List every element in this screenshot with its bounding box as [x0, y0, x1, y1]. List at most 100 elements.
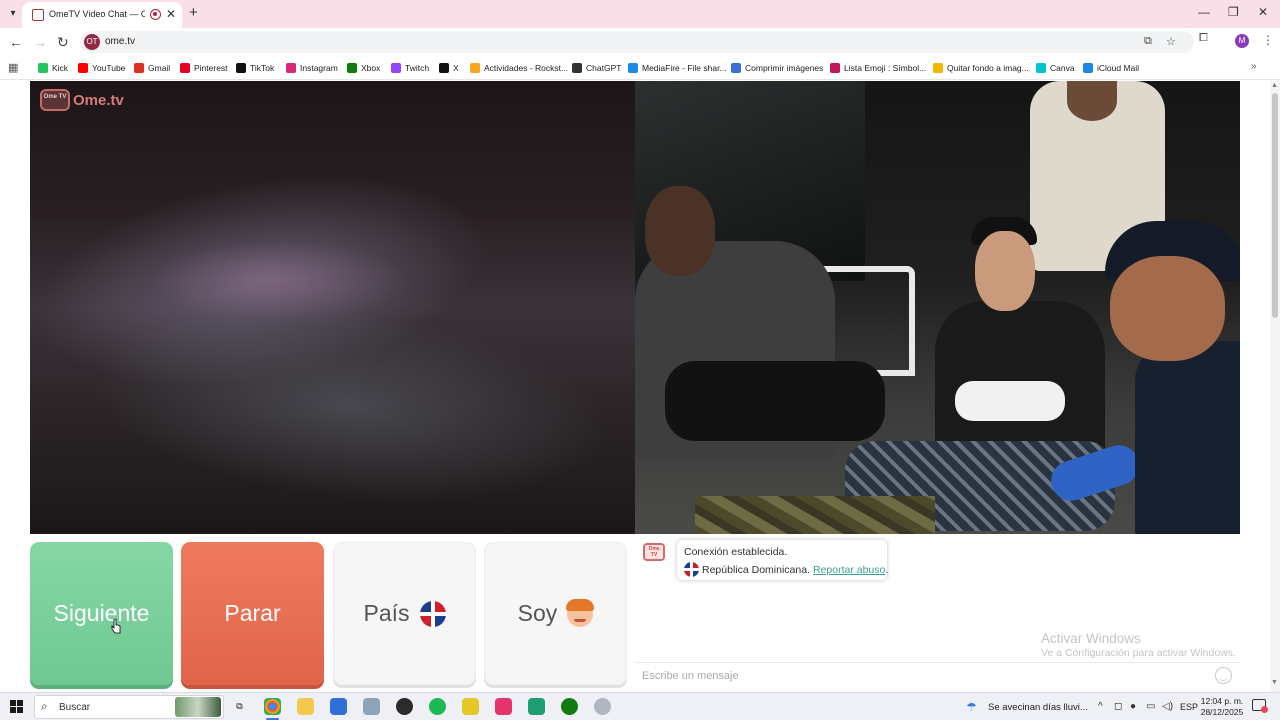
minimize-icon[interactable]: —	[1198, 5, 1210, 19]
ometv-chat-avatar-icon: Ome TV	[643, 543, 665, 561]
bookmark-emoji-list[interactable]: Lista Emoji : Símbol...	[830, 61, 926, 75]
bookmark-x[interactable]: X	[439, 61, 459, 75]
scroll-thumb[interactable]	[1272, 93, 1278, 318]
boy-avatar-icon	[566, 598, 595, 627]
bookmark-twitch[interactable]: Twitch	[391, 61, 429, 75]
ometv-page: Ome TV Ome.tv Siguiente Parar País Soy O…	[0, 81, 1280, 692]
activate-windows-subtitle: Ve a Configuración para activar Windows.	[1041, 647, 1236, 659]
network-icon[interactable]: ▭	[1146, 701, 1155, 712]
clock[interactable]: 12:04 p. m. 28/12/2025	[1200, 696, 1244, 718]
task-view-icon[interactable]: ⧉	[231, 698, 248, 715]
bookmark-instagram[interactable]: Instagram	[286, 61, 338, 75]
browser-menu-icon[interactable]: ⋮	[1262, 33, 1274, 47]
country-line: República Dominicana. Reportar abuso.	[684, 562, 888, 577]
tab-search-icon[interactable]: ▾	[4, 5, 22, 23]
more-bookmarks-icon[interactable]: »	[1251, 61, 1257, 72]
recording-icon	[150, 9, 161, 20]
tasks-icon[interactable]	[462, 698, 479, 715]
tiktok-app-icon[interactable]	[495, 698, 512, 715]
notification-icon[interactable]	[1252, 699, 1268, 713]
xbox-app-icon[interactable]	[561, 698, 578, 715]
next-button[interactable]: Siguiente	[30, 542, 173, 685]
report-abuse-link[interactable]: Reportar abuso	[813, 564, 885, 576]
tray-overflow-icon[interactable]: ^	[1098, 701, 1103, 712]
gender-button-label: Soy	[517, 600, 558, 626]
tiktok-icon	[236, 63, 246, 73]
extensions-icon[interactable]: ⧠	[1199, 32, 1208, 45]
bookmark-label: Quitar fondo a imag...	[947, 63, 1029, 73]
country-button[interactable]: País	[333, 542, 476, 685]
emoji-list-icon	[830, 63, 840, 73]
app-icon[interactable]	[363, 698, 380, 715]
url-text[interactable]: ome.tv	[105, 36, 135, 47]
bookmark-label: Lista Emoji : Símbol...	[844, 63, 927, 73]
bookmark-chatgpt[interactable]: ChatGPT	[572, 61, 621, 75]
new-tab-button[interactable]: +	[189, 5, 198, 21]
bookmark-icloud-mail[interactable]: iCloud Mail	[1083, 61, 1139, 75]
address-bar[interactable]: OT ome.tv ⧉ ☆	[80, 31, 1194, 53]
bookmark-canva[interactable]: Canva	[1036, 61, 1075, 75]
bookmark-label: Comprimir imágenes	[745, 63, 824, 73]
rockstar-icon	[470, 63, 480, 73]
chat-app-icon[interactable]	[528, 698, 545, 715]
icloud-mail-icon	[1083, 63, 1093, 73]
obs-icon[interactable]	[396, 698, 413, 715]
app-icon-2[interactable]	[594, 698, 611, 715]
stop-button-label: Parar	[224, 600, 281, 626]
bookmark-gmail[interactable]: Gmail	[134, 61, 170, 75]
remote-video	[635, 81, 1240, 534]
bookmark-label: Twitch	[405, 63, 430, 73]
bookmark-mediafire[interactable]: MediaFire - File shar...	[628, 61, 727, 75]
message-input[interactable]	[642, 668, 1202, 684]
chrome-icon[interactable]	[264, 698, 281, 720]
bookmark-youtube[interactable]: YouTube	[78, 61, 125, 75]
windows-start-icon[interactable]	[10, 700, 23, 713]
apps-grid-icon[interactable]: ▦	[8, 61, 18, 74]
bookmark-tiktok[interactable]: TikTok	[236, 61, 274, 75]
removebg-icon	[933, 63, 943, 73]
bookmark-label: Kick	[52, 63, 69, 73]
logo-tv-icon: Ome TV	[40, 89, 70, 111]
browser-tab[interactable]: OmeTV Video Chat — Ome ✕	[22, 2, 182, 28]
tray-app-icon[interactable]: ◻	[1114, 701, 1122, 712]
file-explorer-icon[interactable]	[297, 698, 314, 715]
bookmark-label: Gmail	[148, 63, 171, 73]
microphone-icon[interactable]: ●	[1130, 701, 1136, 712]
scroll-down-icon[interactable]: ▼	[1271, 679, 1278, 686]
weather-icon[interactable]: ☂	[966, 700, 977, 714]
compress-icon	[731, 63, 741, 73]
weather-text[interactable]: Se avecinan días lluvi...	[988, 702, 1088, 713]
store-icon[interactable]	[330, 698, 347, 715]
profile-avatar[interactable]: M	[1235, 34, 1249, 48]
bookmark-compress[interactable]: Comprimir imágenes	[731, 61, 823, 75]
site-info-icon[interactable]: OT	[84, 34, 100, 50]
bookmark-rockstar[interactable]: Actividades - Rockst...	[470, 61, 568, 75]
close-tab-icon[interactable]: ✕	[166, 7, 176, 21]
bookmark-kick[interactable]: Kick	[38, 61, 68, 75]
emoji-icon[interactable]	[1215, 667, 1232, 684]
gender-button[interactable]: Soy	[484, 542, 627, 685]
bookmark-xbox[interactable]: Xbox	[347, 61, 380, 75]
language-indicator[interactable]: ESP	[1180, 702, 1198, 712]
bookmarks-bar: ▦ Kick YouTube Gmail Pinterest TikTok Instagr…	[0, 56, 1280, 80]
volume-icon[interactable]: ◁)	[1162, 701, 1173, 712]
dominican-flag-icon	[419, 600, 446, 627]
local-video: Ome TV Ome.tv	[30, 81, 635, 534]
spotify-icon[interactable]	[429, 698, 446, 715]
bookmark-removebg[interactable]: Quitar fondo a imag...	[933, 61, 1029, 75]
x-icon	[439, 63, 449, 73]
scroll-up-icon[interactable]: ▲	[1271, 82, 1278, 89]
forward-icon[interactable]: →	[33, 34, 47, 50]
taskbar-search[interactable]: ⌕ Buscar	[34, 695, 224, 719]
back-icon[interactable]: ←	[9, 34, 23, 50]
window-close-icon[interactable]: ✕	[1258, 5, 1268, 19]
bookmark-pinterest[interactable]: Pinterest	[180, 61, 228, 75]
stop-button[interactable]: Parar	[181, 542, 324, 685]
restore-icon[interactable]: ❐	[1228, 5, 1239, 19]
reload-icon[interactable]: ↻	[57, 34, 69, 50]
bookmark-label: Canva	[1050, 63, 1075, 73]
bookmark-star-icon[interactable]: ☆	[1166, 35, 1176, 48]
connection-status: Conexión establecida.	[684, 546, 788, 558]
install-app-icon[interactable]: ⧉	[1144, 35, 1152, 48]
page-scrollbar[interactable]: ▲ ▼	[1270, 81, 1280, 692]
